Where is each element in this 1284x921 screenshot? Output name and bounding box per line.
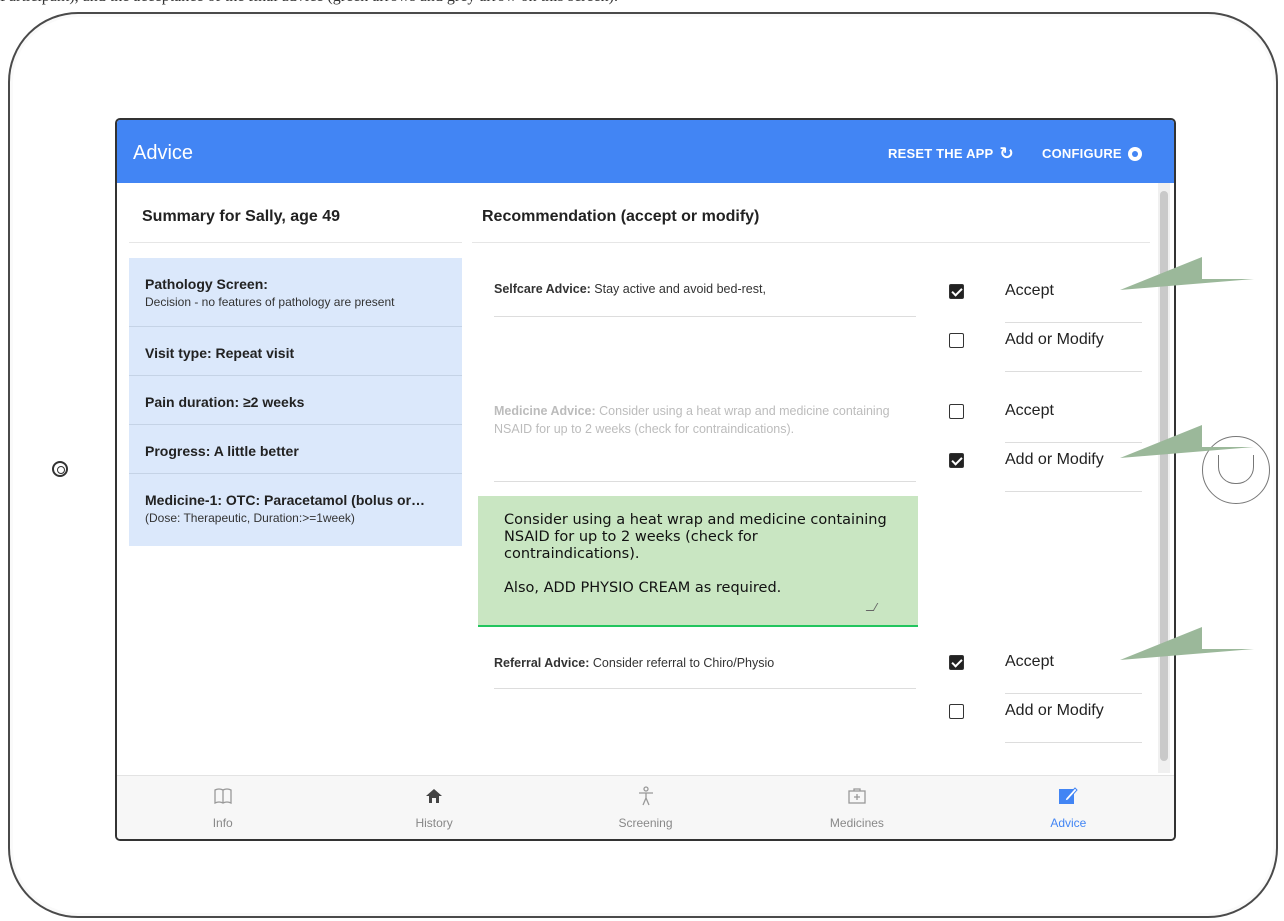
figure-caption: Participant), and the acceptance of the …	[0, 0, 1284, 8]
tab-label: Advice	[1050, 816, 1087, 830]
summary-row-pathology: Pathology Screen: Decision - no features…	[129, 258, 462, 327]
tab-label: Medicines	[829, 816, 884, 830]
tab-label: Info	[212, 816, 233, 830]
summary-row-detail: (Dose: Therapeutic, Duration:>=1week)	[145, 511, 355, 525]
medicine-advice-edit-field[interactable]: Consider using a heat wrap and medicine …	[478, 496, 918, 627]
tab-screening[interactable]: Screening	[540, 776, 751, 839]
medicine-box-icon	[847, 786, 867, 806]
summary-row-medicine: Medicine-1: OTC: Paracetamol (bolus or… …	[129, 474, 462, 546]
summary-panel: Pathology Screen: Decision - no features…	[129, 258, 462, 546]
checkbox[interactable]	[949, 655, 964, 670]
medicine-advice-label: Medicine Advice:	[494, 404, 596, 418]
selfcare-advice-text: Stay active and avoid bed-rest,	[594, 282, 766, 296]
summary-row-progress: Progress: A little better	[129, 425, 462, 474]
option-label: Add or Modify	[1005, 331, 1142, 372]
checkbox[interactable]	[949, 704, 964, 719]
checkbox[interactable]	[949, 453, 964, 468]
configure-button[interactable]: CONFIGURE	[1042, 146, 1142, 161]
referral-advice-label: Referral Advice:	[494, 656, 590, 670]
app-screen: Advice RESET THE APP ↻ CONFIGURE Summary…	[115, 118, 1176, 841]
tab-medicines[interactable]: Medicines	[751, 776, 962, 839]
bottom-navigation: Info History Screening Medicines Advice	[117, 775, 1174, 839]
tab-info[interactable]: Info	[117, 776, 328, 839]
annotation-arrow-selfcare	[1120, 257, 1254, 290]
summary-row-detail: Decision - no features of pathology are …	[145, 295, 395, 309]
checkbox[interactable]	[949, 404, 964, 419]
body-icon	[636, 786, 656, 806]
edit-icon	[1058, 786, 1079, 806]
edit-text-line-2: Also, ADD PHYSIO CREAM as required.	[504, 580, 782, 596]
reset-app-label: RESET THE APP	[888, 146, 994, 161]
app-bar: Advice RESET THE APP ↻ CONFIGURE	[117, 120, 1174, 183]
selfcare-advice-label: Selfcare Advice:	[494, 282, 591, 296]
summary-row-title: Progress: A little better	[145, 443, 299, 459]
summary-row-title: Medicine-1: OTC: Paracetamol (bolus or…	[145, 492, 426, 508]
summary-row-title: Visit type: Repeat visit	[145, 345, 295, 361]
referral-modify-option[interactable]: Add or Modify	[946, 696, 1146, 746]
summary-row-title: Pathology Screen:	[145, 276, 268, 292]
camera-icon	[52, 461, 68, 477]
summary-row-pain-duration: Pain duration: ≥2 weeks	[129, 376, 462, 425]
configure-label: CONFIGURE	[1042, 146, 1122, 161]
checkbox[interactable]	[949, 333, 964, 348]
tab-label: Screening	[618, 816, 673, 830]
referral-accept-option[interactable]: Accept	[946, 647, 1146, 697]
summary-row-visit-type: Visit type: Repeat visit	[129, 327, 462, 376]
selfcare-advice: Selfcare Advice: Stay active and avoid b…	[494, 280, 916, 317]
page-title: Advice	[133, 142, 194, 164]
tab-history[interactable]: History	[328, 776, 539, 839]
option-label: Add or Modify	[1005, 702, 1142, 743]
summary-row-title: Pain duration: ≥2 weeks	[145, 394, 305, 410]
selfcare-accept-option[interactable]: Accept	[946, 276, 1146, 326]
tab-label: History	[415, 816, 453, 830]
edit-text-line-1: Consider using a heat wrap and medicine …	[504, 512, 887, 562]
medicine-accept-option[interactable]: Accept	[946, 396, 1146, 446]
checkbox[interactable]	[949, 284, 964, 299]
home-icon	[424, 786, 444, 806]
referral-advice: Referral Advice: Consider referral to Ch…	[494, 654, 916, 689]
medicine-modify-option[interactable]: Add or Modify	[946, 445, 1146, 495]
medicine-advice: Medicine Advice: Consider using a heat w…	[494, 402, 916, 482]
summary-header: Summary for Sally, age 49	[129, 183, 462, 243]
reset-app-button[interactable]: RESET THE APP ↻	[888, 144, 1014, 163]
annotation-arrow-medicine	[1120, 425, 1254, 458]
annotation-arrow-referral	[1120, 627, 1254, 660]
book-icon	[213, 786, 233, 806]
selfcare-modify-option[interactable]: Add or Modify	[946, 325, 1146, 375]
gear-icon	[1127, 146, 1142, 161]
tab-advice[interactable]: Advice	[963, 776, 1174, 839]
refresh-icon: ↻	[999, 144, 1014, 163]
recommendation-header: Recommendation (accept or modify)	[472, 183, 1150, 243]
resize-grip-icon[interactable]	[865, 603, 879, 611]
referral-advice-text: Consider referral to Chiro/Physio	[592, 656, 775, 670]
